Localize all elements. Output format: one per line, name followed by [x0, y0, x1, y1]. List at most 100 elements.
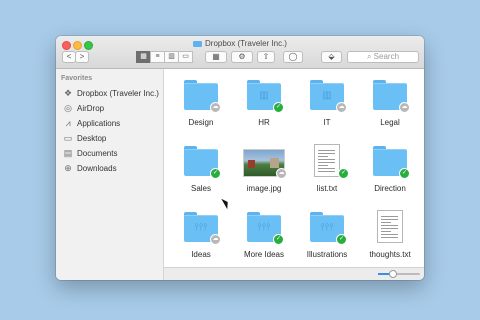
sidebar-item-label: Documents [77, 148, 118, 158]
text-line [318, 150, 335, 151]
view-mode-control: ▦ ≡ ▥ ▭ [136, 51, 193, 63]
text-line [381, 222, 391, 223]
text-document-icon [377, 210, 403, 243]
synced-check-icon: ✓ [336, 234, 347, 245]
tag-button[interactable]: ◯ [283, 51, 303, 63]
synced-check-icon: ✓ [273, 102, 284, 113]
text-line [381, 219, 398, 220]
cover-flow-button[interactable]: ▭ [178, 51, 193, 63]
file-item[interactable]: ☁ Design [170, 77, 232, 137]
file-item[interactable]: ▥ ☁ IT [296, 77, 358, 137]
file-item[interactable]: ✓ Sales [170, 143, 232, 203]
applications-icon: ⩘ [65, 117, 71, 128]
column-view-button[interactable]: ▥ [164, 51, 179, 63]
slider-knob[interactable] [389, 270, 397, 278]
file-item[interactable]: ✓ Direction [359, 143, 421, 203]
file-name: Illustrations [306, 250, 348, 259]
text-line [318, 159, 335, 160]
sidebar-item-label: Desktop [77, 133, 107, 143]
file-name: Legal [380, 118, 400, 127]
search-input[interactable]: ⌕ Search [347, 51, 419, 63]
file-grid: ☁ Design ▥ ✓ HR ▥ ☁ IT ☁ Legal ✓ Sales ☁ image.jpg ✓ li… [164, 69, 424, 267]
file-name: Sales [190, 184, 211, 193]
file-item[interactable]: ▥ ✓ HR [233, 77, 295, 137]
sidebar-item-label: Applications [77, 118, 121, 128]
folder-glyph: ⫯⫯⫯ [257, 222, 271, 233]
text-line [318, 168, 335, 169]
airdrop-icon: ◎ [64, 102, 72, 113]
text-line [318, 165, 328, 166]
folder-icon [193, 41, 203, 47]
sidebar-item-label: Dropbox (Traveler Inc.) [77, 88, 159, 98]
text-line [381, 228, 398, 229]
text-line [318, 156, 328, 157]
search-icon: ⌕ [366, 52, 374, 61]
file-item[interactable]: thoughts.txt [359, 209, 421, 269]
file-item[interactable]: ⫯⫯⫯ ✓ Illustrations [296, 209, 358, 269]
sidebar-item-label: AirDrop [77, 103, 105, 113]
cloud-only-icon: ☁ [399, 102, 410, 113]
back-button[interactable]: < [62, 51, 76, 63]
dropbox-menu-button[interactable]: ⬙ [321, 51, 342, 63]
window-title: Dropbox (Traveler Inc.) [56, 39, 424, 48]
sidebar-item-dropbox[interactable]: ❖ Dropbox (Traveler Inc.) [63, 86, 159, 100]
file-name: More Ideas [243, 250, 285, 259]
text-line [381, 216, 398, 217]
file-name: IT [323, 118, 331, 127]
text-line [318, 162, 335, 163]
synced-check-icon: ✓ [399, 168, 410, 179]
file-name: image.jpg [246, 184, 282, 193]
sidebar-item-desktop[interactable]: ▭ Desktop [63, 131, 107, 145]
window-title-text: Dropbox (Traveler Inc.) [205, 39, 287, 48]
sidebar-item-airdrop[interactable]: ◎ AirDrop [63, 101, 104, 115]
file-item[interactable]: ⫯⫯⫯ ☁ Ideas [170, 209, 232, 269]
forward-button[interactable]: > [75, 51, 89, 63]
icon-size-slider[interactable] [378, 270, 420, 278]
synced-check-icon: ✓ [210, 168, 221, 179]
sidebar-item-downloads[interactable]: ⊕ Downloads [63, 161, 117, 175]
sidebar: Favorites ❖ Dropbox (Traveler Inc.) ◎ Ai… [56, 69, 164, 280]
cloud-only-icon: ☁ [210, 234, 221, 245]
arrange-button[interactable]: ▦ [205, 51, 227, 63]
desktop-icon: ▭ [63, 132, 73, 143]
share-button[interactable]: ⇧ [257, 51, 275, 63]
file-name: thoughts.txt [369, 250, 411, 259]
sidebar-item-documents[interactable]: ▤ Documents [63, 146, 118, 160]
file-item[interactable]: ✓ list.txt [296, 143, 358, 203]
text-document-icon [314, 144, 340, 177]
documents-icon: ▤ [63, 147, 73, 158]
text-line [381, 225, 398, 226]
text-line [381, 234, 398, 235]
file-name: Design [188, 118, 214, 127]
sidebar-item-label: Downloads [77, 163, 117, 173]
cloud-only-icon: ☁ [276, 168, 287, 179]
text-line [381, 237, 398, 238]
file-item[interactable]: ⫯⫯⫯ ✓ More Ideas [233, 209, 295, 269]
text-line [318, 171, 335, 172]
titlebar: Dropbox (Traveler Inc.) < > ▦ ≡ ▥ ▭ ▦ ⚙ … [56, 36, 424, 69]
downloads-icon: ⊕ [64, 162, 72, 173]
folder-glyph: ⫯⫯⫯ [194, 222, 208, 233]
icon-view-button[interactable]: ▦ [136, 51, 151, 63]
sidebar-item-applications[interactable]: ⩘ Applications [63, 116, 120, 130]
synced-check-icon: ✓ [338, 168, 349, 179]
file-name: list.txt [316, 184, 338, 193]
file-name: Ideas [191, 250, 211, 259]
folder-glyph: ⫯⫯⫯ [320, 222, 334, 233]
folder-glyph: ▥ [322, 90, 332, 101]
file-name: Direction [374, 184, 406, 193]
search-placeholder: Search [373, 52, 400, 61]
dropbox-icon: ❖ [63, 87, 73, 98]
file-item[interactable]: ☁ Legal [359, 77, 421, 137]
folder-glyph: ▥ [259, 90, 269, 101]
action-gear-button[interactable]: ⚙ [231, 51, 253, 63]
list-view-button[interactable]: ≡ [150, 51, 165, 63]
file-item[interactable]: ☁ image.jpg [233, 143, 295, 203]
status-bar [164, 267, 424, 280]
synced-check-icon: ✓ [273, 234, 284, 245]
cloud-only-icon: ☁ [336, 102, 347, 113]
text-line [381, 231, 391, 232]
sidebar-heading: Favorites [61, 75, 93, 82]
finder-window: Dropbox (Traveler Inc.) < > ▦ ≡ ▥ ▭ ▦ ⚙ … [56, 36, 424, 280]
cloud-only-icon: ☁ [210, 102, 221, 113]
